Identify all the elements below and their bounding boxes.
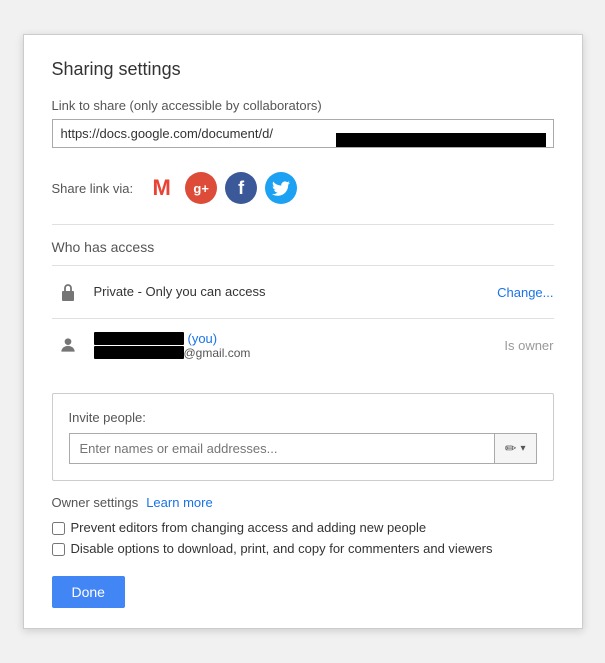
share-via-label: Share link via: <box>52 181 134 196</box>
share-facebook-button[interactable]: f <box>225 172 257 204</box>
prevent-editors-label: Prevent editors from changing access and… <box>71 520 427 535</box>
who-has-access-title: Who has access <box>52 239 554 255</box>
person-icon <box>52 329 84 361</box>
invite-box: Invite people: ✏ ▾ <box>52 393 554 481</box>
change-action[interactable]: Change... <box>497 285 553 300</box>
owner-settings-row: Owner settings Learn more <box>52 495 554 510</box>
share-gplus-button[interactable]: g+ <box>185 172 217 204</box>
change-link[interactable]: Change... <box>497 285 553 300</box>
done-button[interactable]: Done <box>52 576 125 608</box>
invite-input-row: ✏ ▾ <box>69 433 537 464</box>
share-via-row: Share link via: M g+ f <box>52 172 554 204</box>
disable-download-checkbox[interactable] <box>52 543 65 556</box>
access-row-private: Private - Only you can access Change... <box>52 265 554 318</box>
divider-1 <box>52 224 554 225</box>
is-owner-label: Is owner <box>504 338 553 353</box>
access-row-owner: (you) @gmail.com Is owner <box>52 318 554 371</box>
share-gmail-button[interactable]: M <box>145 172 177 204</box>
owner-name-redacted <box>94 332 184 345</box>
private-access-name: Private - Only you can access <box>94 284 266 299</box>
learn-more-link[interactable]: Learn more <box>146 495 212 510</box>
invite-label: Invite people: <box>69 410 537 425</box>
sharing-settings-dialog: Sharing settings Link to share (only acc… <box>23 34 583 629</box>
gplus-letter: g+ <box>193 181 209 196</box>
dialog-title: Sharing settings <box>52 59 554 80</box>
facebook-letter: f <box>238 178 244 199</box>
checkbox-row-2: Disable options to download, print, and … <box>52 541 554 556</box>
lock-icon <box>52 276 84 308</box>
chevron-down-icon: ▾ <box>520 443 525 454</box>
prevent-editors-checkbox[interactable] <box>52 522 65 535</box>
checkbox-row-1: Prevent editors from changing access and… <box>52 520 554 535</box>
disable-download-label: Disable options to download, print, and … <box>71 541 493 556</box>
owner-settings-label: Owner settings <box>52 495 139 510</box>
private-access-info: Private - Only you can access <box>94 283 498 301</box>
invite-input[interactable] <box>69 433 494 464</box>
you-label: (you) <box>188 331 218 346</box>
owner-email-redacted <box>94 346 184 359</box>
share-twitter-button[interactable] <box>265 172 297 204</box>
owner-access-info: (you) @gmail.com <box>94 331 505 360</box>
twitter-bird-icon <box>272 181 290 196</box>
owner-email-suffix: @gmail.com <box>184 346 251 360</box>
pencil-icon: ✏ <box>505 440 517 457</box>
link-section-label: Link to share (only accessible by collab… <box>52 98 554 113</box>
share-link-input[interactable] <box>52 119 554 148</box>
invite-permission-button[interactable]: ✏ ▾ <box>494 433 537 464</box>
